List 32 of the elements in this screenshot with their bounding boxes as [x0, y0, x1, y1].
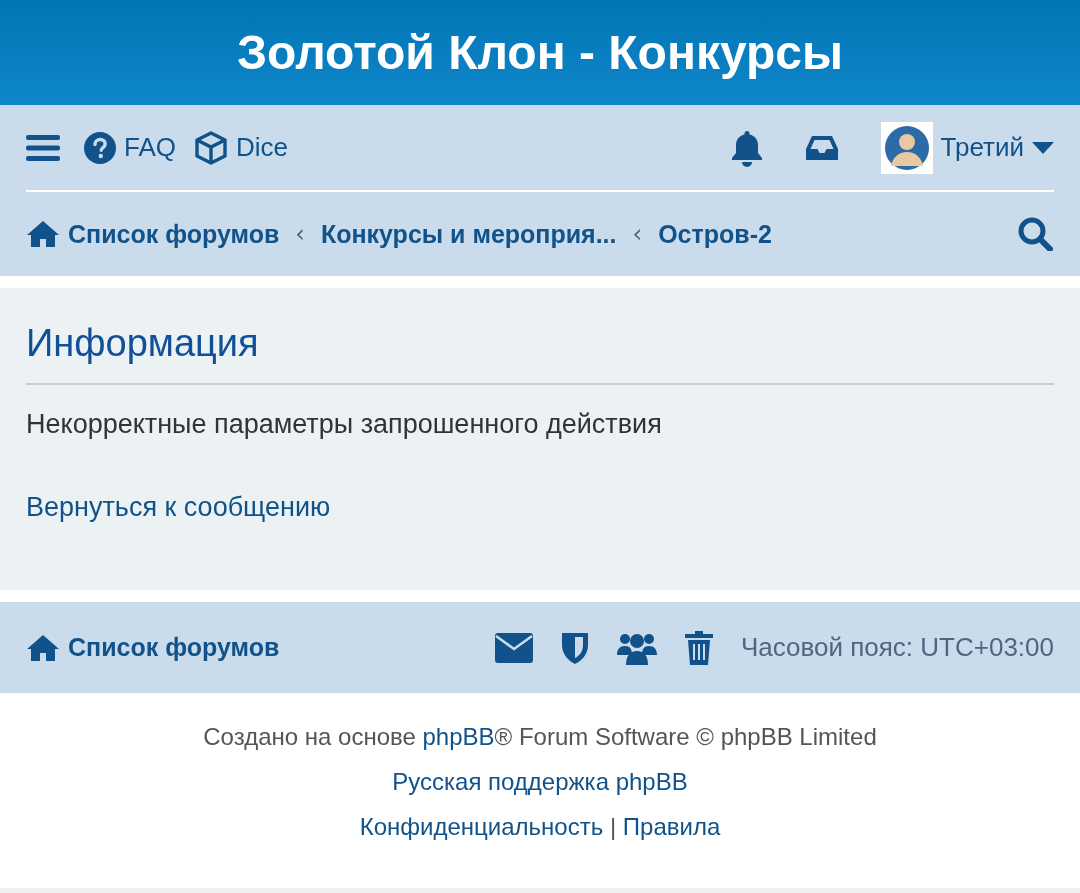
breadcrumb-separator: ‹ [295, 220, 305, 248]
site-title[interactable]: Золотой Клон - Конкурсы [236, 25, 843, 80]
link-separator: | [609, 813, 617, 840]
breadcrumb-link[interactable]: Конкурсы и мероприя... [320, 219, 617, 249]
trash-icon[interactable] [685, 630, 713, 665]
breadcrumb-link[interactable]: Список форумов [26, 219, 280, 249]
copyright-text: Создано на основе phpBB® Forum Software © phpBB Limited [202, 723, 878, 751]
timezone-label: Часовой пояс: UTC+03:00 [741, 632, 1054, 663]
menu-icon[interactable] [26, 134, 60, 161]
cube-icon [194, 130, 228, 165]
envelope-icon[interactable] [495, 632, 533, 663]
shield-icon[interactable] [561, 630, 589, 665]
inbox-icon[interactable] [804, 133, 839, 162]
breadcrumb-separator: ‹ [632, 220, 643, 248]
home-icon [26, 633, 60, 662]
terms-link[interactable]: Правила [622, 813, 721, 840]
home-icon [26, 220, 60, 248]
phpbb-link[interactable]: phpBB [422, 723, 495, 750]
nav-link[interactable]: FAQ [84, 131, 176, 164]
panel-title: Информация [26, 304, 1054, 385]
avatar-icon [880, 121, 933, 174]
help-icon [84, 131, 116, 164]
error-message: Некорректные параметры запрошенного действия [26, 409, 663, 440]
search-icon[interactable] [1018, 217, 1054, 251]
breadcrumb-link[interactable]: Список форумов [26, 633, 280, 662]
breadcrumb-link[interactable]: Остров-2 [658, 219, 772, 249]
privacy-link[interactable]: Конфиденциальность [359, 813, 604, 840]
nav-link[interactable]: Dice [194, 130, 289, 165]
user-menu[interactable]: Третий [880, 121, 1054, 174]
return-link[interactable]: Вернуться к сообщению [26, 492, 331, 523]
support-link[interactable]: Русская поддержка phpBB [392, 768, 688, 795]
caret-icon [1032, 140, 1054, 155]
